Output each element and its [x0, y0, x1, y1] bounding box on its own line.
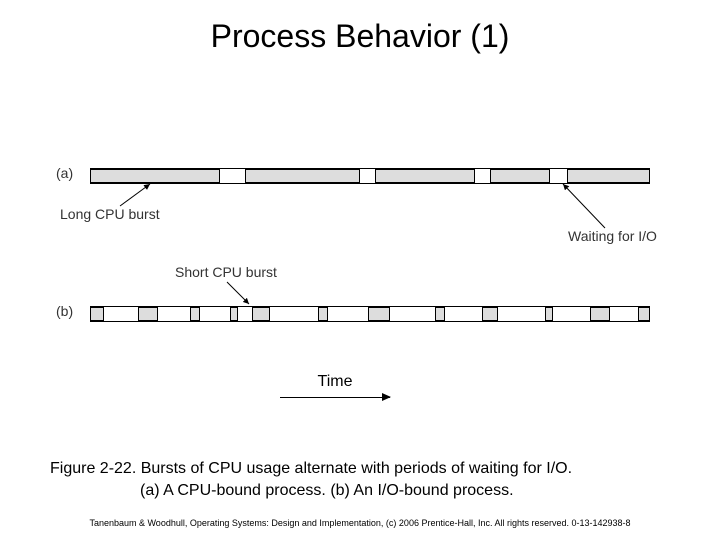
- cpu-burst: [638, 307, 650, 321]
- cpu-burst: [567, 169, 650, 183]
- row-b-label: (b): [56, 303, 73, 319]
- figure-caption: Figure 2-22. Bursts of CPU usage alterna…: [30, 458, 690, 501]
- time-axis: Time: [280, 373, 390, 398]
- cpu-burst: [230, 307, 238, 321]
- short-cpu-burst-label: Short CPU burst: [175, 264, 277, 280]
- time-arrow-icon: [280, 397, 390, 398]
- arrow-short-cpu: [225, 280, 265, 308]
- cpu-burst: [252, 307, 270, 321]
- cpu-burst: [375, 169, 475, 183]
- cpu-burst: [90, 307, 104, 321]
- cpu-burst: [545, 307, 553, 321]
- cpu-burst: [190, 307, 200, 321]
- long-cpu-burst-label: Long CPU burst: [60, 206, 160, 222]
- cpu-burst: [90, 169, 220, 183]
- cpu-burst: [482, 307, 498, 321]
- timeline-b: [90, 306, 650, 322]
- diagram: (a) (b) Long CPU burst Waiting for I/O S…: [60, 168, 660, 398]
- cpu-burst: [245, 169, 360, 183]
- cpu-burst: [435, 307, 445, 321]
- copyright-footer: Tanenbaum & Woodhull, Operating Systems:…: [30, 518, 690, 528]
- arrow-waiting-io: [555, 182, 615, 230]
- cpu-burst: [490, 169, 550, 183]
- row-a-label: (a): [56, 165, 73, 181]
- caption-line-2: (a) A CPU-bound process. (b) An I/O-boun…: [50, 480, 514, 502]
- cpu-burst: [138, 307, 158, 321]
- waiting-io-label: Waiting for I/O: [568, 228, 657, 244]
- cpu-burst: [590, 307, 610, 321]
- arrow-long-cpu: [115, 182, 175, 208]
- caption-line-1: Figure 2-22. Bursts of CPU usage alterna…: [50, 460, 572, 477]
- cpu-burst: [368, 307, 390, 321]
- time-label: Time: [318, 373, 353, 390]
- page-title: Process Behavior (1): [0, 18, 720, 55]
- cpu-burst: [318, 307, 328, 321]
